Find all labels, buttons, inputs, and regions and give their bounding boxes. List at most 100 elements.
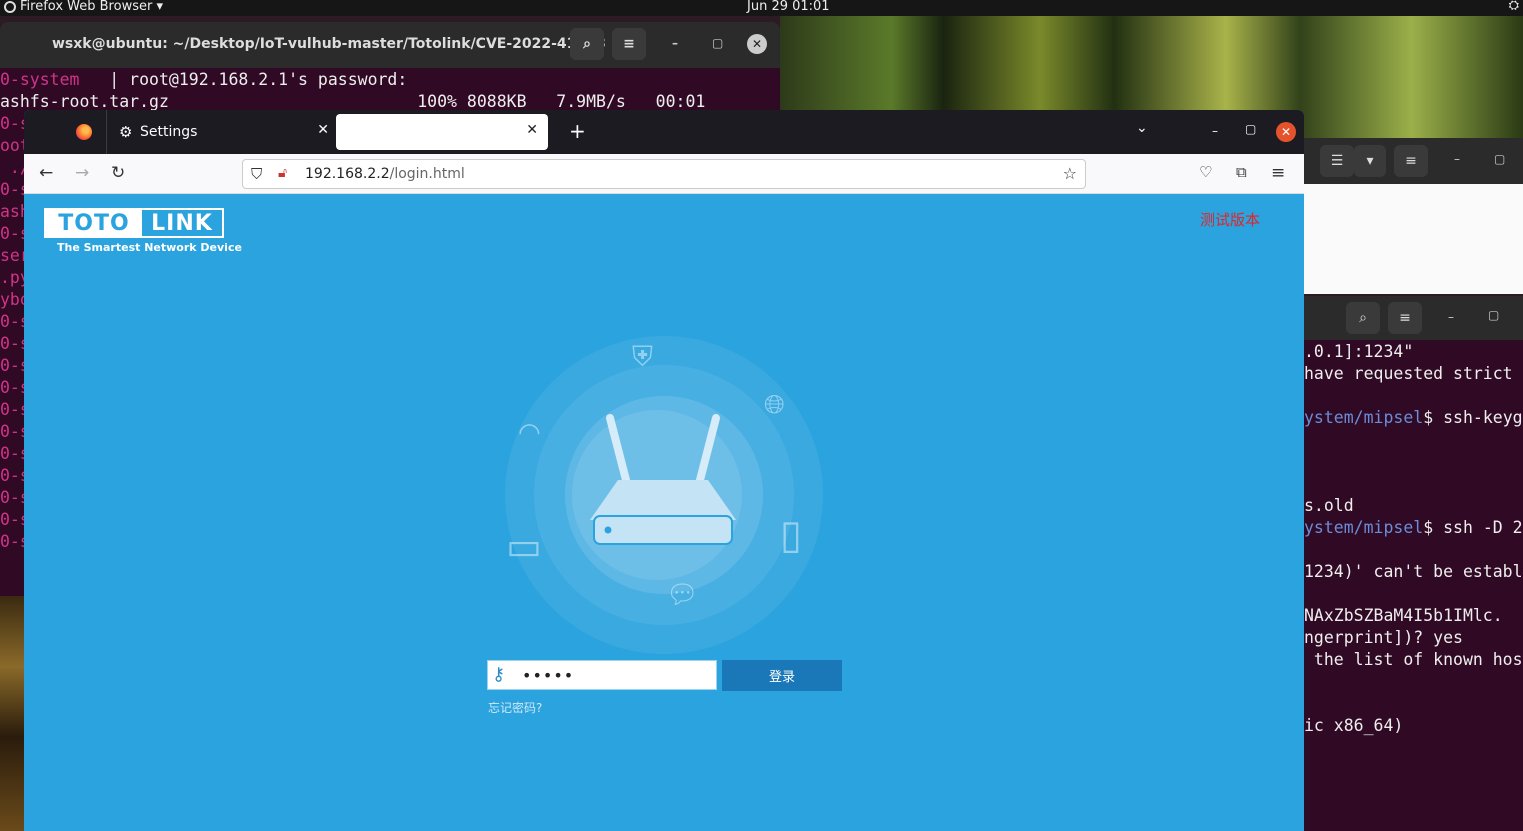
firefox-maximize-button[interactable]: ▢ xyxy=(1245,122,1256,136)
terminal-right-line: ic x86_64) xyxy=(1304,716,1403,735)
terminal-right-minimize-button[interactable]: – xyxy=(1448,310,1454,324)
terminal-line-text: 100% 8088KB 7.9MB/s 00:01 xyxy=(168,92,706,111)
hamburger-icon: ≡ xyxy=(1399,310,1411,326)
terminal-right-path: ystem/mipsel xyxy=(1304,518,1424,537)
terminal-window-right[interactable]: ⌕ ≡ – ▢ .0.1]:1234" have requested strict… xyxy=(1304,296,1523,831)
extensions-icon[interactable]: ⧉ xyxy=(1236,163,1247,181)
terminal-right-maximize-button[interactable]: ▢ xyxy=(1488,308,1499,322)
forward-arrow-icon[interactable]: → xyxy=(75,163,89,183)
terminal-right-line: s.old xyxy=(1304,496,1354,515)
terminal-right-line: NAxZbSZBaM4I5b1IMlc. xyxy=(1304,606,1503,625)
terminal-right-text: ic x86_64) xyxy=(1304,716,1404,735)
chat-bubble-icon: 💬︎ xyxy=(666,580,700,610)
terminal-right-text: 1234)' can't be establ xyxy=(1304,562,1523,581)
terminal-menu-button[interactable]: ≡ xyxy=(612,28,646,60)
terminal-right-line: .0.1]:1234" xyxy=(1304,342,1413,361)
terminal-minimize-button[interactable]: – xyxy=(672,36,678,50)
password-field[interactable]: ⚷ xyxy=(487,660,717,690)
terminal-titlebar[interactable]: wsxk@ubuntu: ~/Desktop/IoT-vulhub-master… xyxy=(0,22,780,68)
terminal-right-text: s.old xyxy=(1304,496,1354,515)
file-manager-minimize-button[interactable]: – xyxy=(1454,152,1460,166)
terminal-right-text: $ ssh -D 2 xyxy=(1423,518,1523,537)
tab-settings-close-icon[interactable]: ✕ xyxy=(317,122,329,138)
terminal-line-prompt: 0-system xyxy=(0,70,80,89)
search-icon: ⌕ xyxy=(583,36,591,52)
list-all-tabs-chevron-icon[interactable]: ⌄ xyxy=(1136,120,1148,136)
url-text[interactable]: 192.168.2.2/login.html xyxy=(305,166,465,182)
terminal-title: wsxk@ubuntu: ~/Desktop/IoT-vulhub-master… xyxy=(52,36,606,52)
terminal-right-text: have requested strict xyxy=(1304,364,1513,383)
hamburger-icon: ≡ xyxy=(623,36,635,52)
terminal-right-text: .0.1]:1234" xyxy=(1304,342,1414,361)
desktop-wallpaper-strip xyxy=(0,596,24,831)
terminal-right-line: ngerprint])? yes xyxy=(1304,628,1463,647)
terminal-line-text: | root@192.168.2.1's password: xyxy=(79,70,408,89)
list-view-icon: ☰ xyxy=(1330,153,1344,169)
logo-toto: TOTO xyxy=(46,210,142,236)
terminal-right-line: ystem/mipsel$ ssh-keyg xyxy=(1304,408,1523,427)
back-arrow-icon[interactable]: ← xyxy=(39,163,53,183)
terminal-right-line: ystem/mipsel$ ssh -D 2 xyxy=(1304,518,1523,537)
terminal-right-titlebar[interactable]: ⌕ ≡ – ▢ xyxy=(1304,296,1523,340)
terminal-search-button[interactable]: ⌕ xyxy=(570,28,604,60)
app-menu-hamburger-icon[interactable]: ≡ xyxy=(1271,163,1285,183)
shield-check-icon: ⛨ xyxy=(632,340,654,373)
terminal-right-menu-button[interactable]: ≡ xyxy=(1388,302,1422,334)
app-menu-label: Firefox Web Browser ▾ xyxy=(20,0,163,14)
tab-settings-label: Settings xyxy=(140,124,198,140)
terminal-right-line: the list of known hos xyxy=(1304,650,1523,669)
app-menu[interactable]: Firefox Web Browser ▾ xyxy=(4,0,163,14)
address-bar[interactable]: ⛉ 🔓︎ 192.168.2.2/login.html ☆ xyxy=(242,159,1086,189)
view-options-button[interactable]: ▾ xyxy=(1354,145,1386,177)
url-path: /login.html xyxy=(389,166,465,182)
network-icon[interactable]: ⛭ xyxy=(1509,0,1519,13)
terminal-right-text: the list of known hos xyxy=(1304,650,1523,669)
globe-icon: 🌐︎ xyxy=(764,390,785,420)
key-icon: ⚷ xyxy=(492,664,506,685)
terminal-line-prompt: ashfs-root.tar.gz xyxy=(0,92,169,111)
wifi-icon: ◠ xyxy=(518,418,541,448)
tab-login-close-icon[interactable]: ✕ xyxy=(526,122,538,138)
pocket-icon[interactable]: ♡ xyxy=(1199,163,1212,181)
logo-tagline: The Smartest Network Device xyxy=(57,241,242,254)
clock[interactable]: Jun 29 01:01 xyxy=(747,0,830,14)
password-input[interactable] xyxy=(522,664,712,686)
tab-login[interactable]: ✕ xyxy=(336,114,548,150)
tracking-shield-icon[interactable]: ⛉ xyxy=(251,165,262,183)
system-top-bar: Firefox Web Browser ▾ Jun 29 01:01 ⛭ xyxy=(0,0,1523,16)
terminal-close-button[interactable]: ✕ xyxy=(747,34,767,54)
phone-icon: ▯ xyxy=(780,512,803,558)
firefox-view-icon[interactable] xyxy=(76,124,92,140)
firefox-window[interactable]: ⚙ Settings ✕ ✕ + ⌄ – ▢ ✕ ← → ↻ ⛉ 🔓︎ 192.… xyxy=(24,110,1304,831)
terminal-line: ashfs-root.tar.gz 100% 8088KB 7.9MB/s 00… xyxy=(0,92,705,111)
bookmark-star-icon[interactable]: ☆ xyxy=(1063,164,1077,183)
monitor-icon: ▭ xyxy=(506,524,542,568)
navigation-toolbar: ← → ↻ ⛉ 🔓︎ 192.168.2.2/login.html ☆ ♡ ⧉ … xyxy=(24,154,1304,194)
terminal-right-text: ngerprint])? yes xyxy=(1304,628,1463,647)
terminal-right-text: $ ssh-keyg xyxy=(1423,408,1523,427)
terminal-right-line: have requested strict xyxy=(1304,364,1513,383)
reload-icon[interactable]: ↻ xyxy=(111,163,125,183)
totolink-logo: TOTO LINK xyxy=(44,208,224,238)
terminal-right-search-button[interactable]: ⌕ xyxy=(1346,302,1380,334)
chevron-down-icon: ▾ xyxy=(1366,153,1374,169)
firefox-close-button[interactable]: ✕ xyxy=(1276,122,1296,142)
login-button[interactable]: 登录 xyxy=(722,660,842,691)
search-icon: ⌕ xyxy=(1359,310,1367,326)
file-manager-maximize-button[interactable]: ▢ xyxy=(1494,152,1505,166)
file-manager-menu-button[interactable]: ≡ xyxy=(1394,145,1428,177)
url-host: 192.168.2.2 xyxy=(305,166,390,182)
test-version-label: 测试版本 xyxy=(1200,211,1261,229)
insecure-lock-icon[interactable]: 🔓︎ xyxy=(278,165,287,181)
file-manager-window[interactable]: ☰ ▾ ≡ – ▢ xyxy=(1304,138,1523,294)
firefox-minimize-button[interactable]: – xyxy=(1212,124,1218,138)
file-manager-titlebar[interactable]: ☰ ▾ ≡ – ▢ xyxy=(1304,138,1523,184)
router-illustration-icon xyxy=(590,414,736,545)
tab-settings[interactable]: ⚙ Settings ✕ xyxy=(107,114,329,150)
list-view-button[interactable]: ☰ xyxy=(1320,145,1354,177)
terminal-maximize-button[interactable]: ▢ xyxy=(712,36,723,50)
new-tab-button[interactable]: + xyxy=(569,119,586,143)
terminal-right-text: NAxZbSZBaM4I5b1IMlc. xyxy=(1304,606,1503,625)
forgot-password-link[interactable]: 忘记密码? xyxy=(488,699,542,716)
tab-bar[interactable]: ⚙ Settings ✕ ✕ + ⌄ – ▢ ✕ xyxy=(24,110,1304,154)
